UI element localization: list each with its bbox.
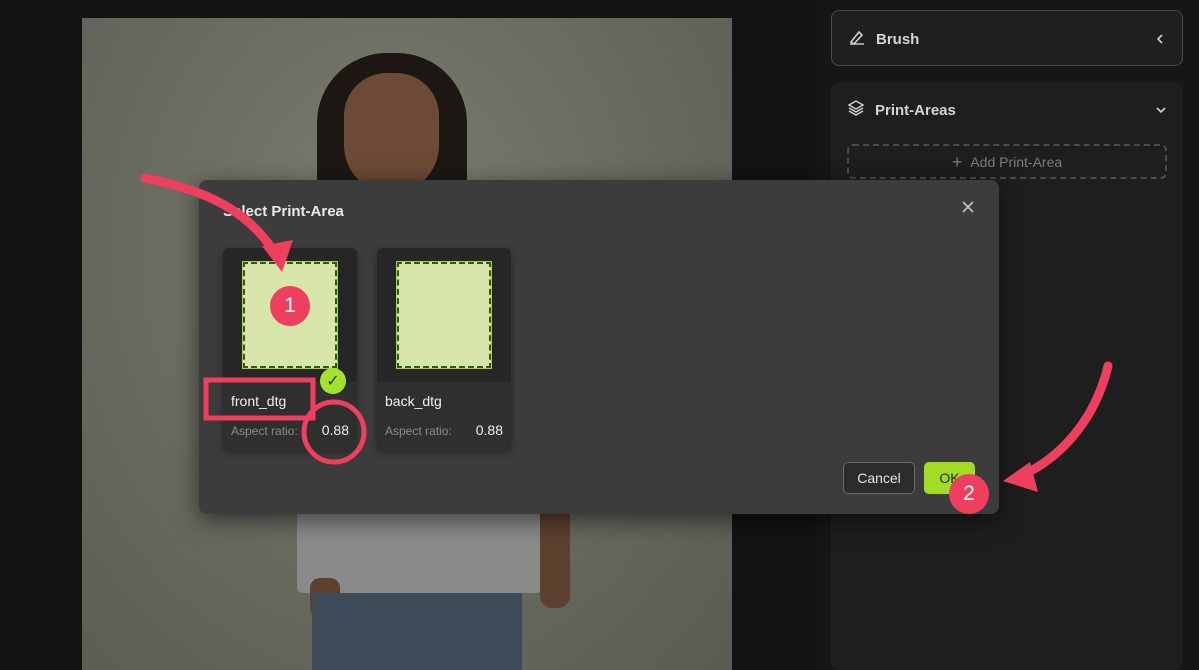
arrow-to-ok: [1011, 361, 1113, 483]
annotation-overlay: [140, 173, 1113, 492]
highlight-name-box: [203, 377, 316, 421]
arrow-to-front-card: [140, 173, 283, 263]
highlight-ratio-circle: [301, 399, 367, 465]
step-badge-1: 1: [270, 286, 310, 326]
step-badge-2: 2: [949, 474, 989, 514]
